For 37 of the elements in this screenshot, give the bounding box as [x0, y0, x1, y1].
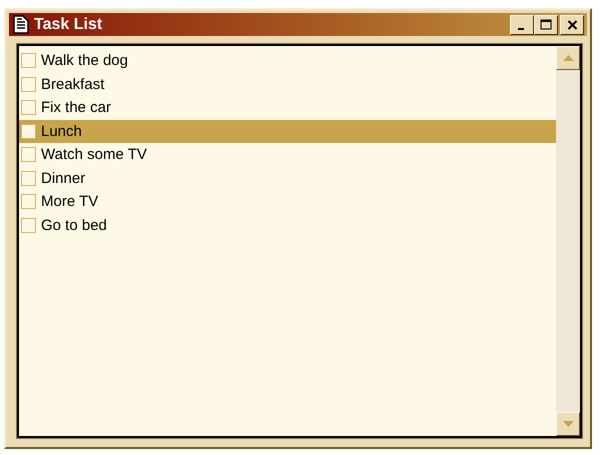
down-triangle-icon — [562, 421, 574, 427]
task-row[interactable]: Lunch — [19, 120, 556, 143]
task-label: Walk the dog — [41, 52, 128, 70]
checkbox[interactable] — [21, 194, 36, 210]
task-label: Watch some TV — [41, 146, 147, 164]
task-row[interactable]: Breakfast — [19, 72, 556, 96]
task-row[interactable]: Go to bed — [19, 214, 556, 237]
window-title: Task List — [34, 16, 104, 34]
task-label: More TV — [41, 193, 98, 210]
checkbox[interactable] — [21, 147, 36, 162]
task-label: Fix the car — [41, 99, 112, 116]
minimize-button[interactable] — [510, 14, 534, 34]
task-label: Lunch — [41, 122, 82, 140]
close-icon — [566, 20, 578, 30]
scrollbar[interactable] — [556, 46, 580, 436]
scroll-down-button[interactable] — [556, 412, 580, 436]
checkbox[interactable] — [21, 53, 36, 68]
maximize-button[interactable] — [534, 14, 558, 34]
task-label: Go to bed — [41, 216, 107, 234]
maximize-icon — [540, 19, 552, 30]
task-row[interactable]: Watch some TV — [19, 143, 556, 166]
close-button[interactable] — [560, 14, 584, 34]
checkbox[interactable] — [21, 218, 36, 233]
scroll-up-button[interactable] — [556, 46, 580, 70]
minimize-icon — [518, 28, 524, 30]
task-row[interactable]: Fix the car — [19, 96, 556, 120]
task-label: Breakfast — [41, 76, 104, 93]
task-row[interactable]: Walk the dog — [19, 49, 556, 72]
task-label: Dinner — [41, 170, 86, 187]
task-row[interactable]: More TV — [19, 190, 556, 214]
checkbox[interactable] — [21, 100, 36, 116]
checkbox[interactable] — [21, 170, 36, 186]
task-row[interactable]: Dinner — [19, 166, 556, 190]
up-triangle-icon — [562, 55, 574, 61]
document-icon — [13, 15, 29, 34]
checkbox[interactable] — [21, 76, 36, 92]
checkbox[interactable] — [21, 124, 36, 139]
